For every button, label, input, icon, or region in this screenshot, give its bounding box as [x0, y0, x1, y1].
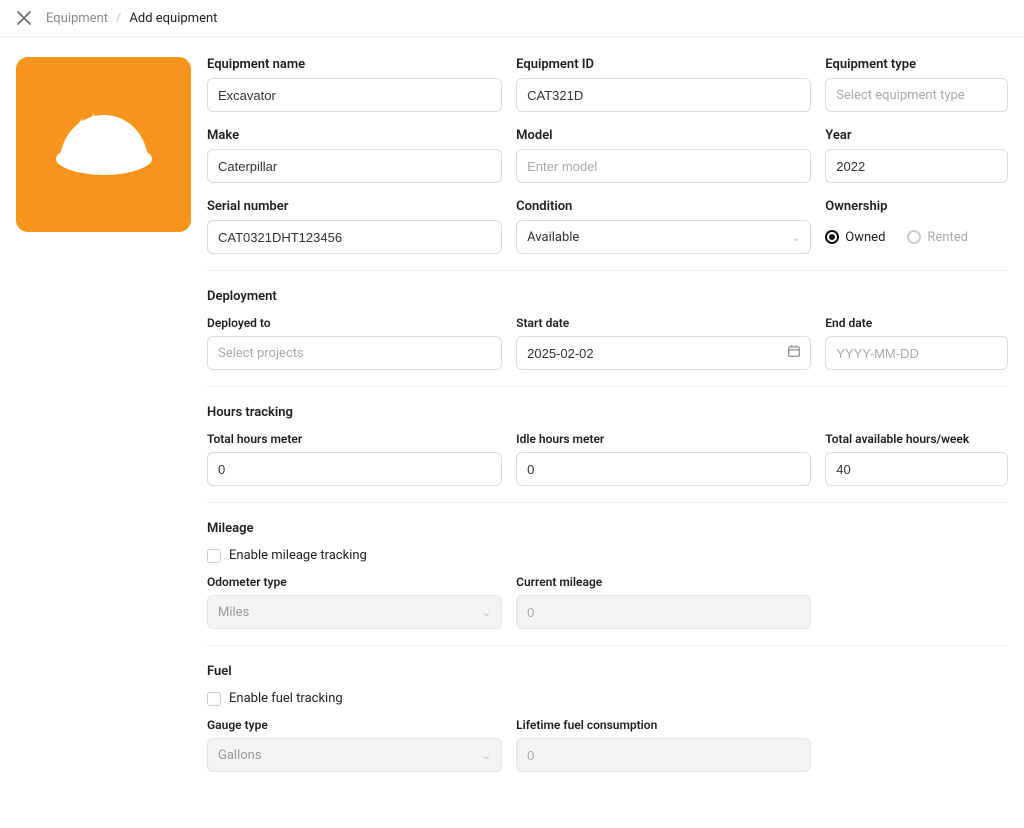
make-input[interactable]	[207, 149, 502, 183]
fuel-section-title: Fuel	[207, 664, 1008, 679]
idle-hours-label: Idle hours meter	[516, 432, 811, 446]
condition-value: Available	[527, 230, 579, 245]
end-date-input[interactable]	[825, 336, 1008, 370]
start-date-input[interactable]	[516, 336, 811, 370]
checkbox-icon	[207, 692, 221, 706]
enable-fuel-label: Enable fuel tracking	[229, 691, 343, 706]
ownership-rented-radio[interactable]: Rented	[907, 230, 968, 245]
odometer-type-label: Odometer type	[207, 575, 502, 589]
equipment-name-label: Equipment name	[207, 57, 502, 72]
ownership-owned-radio[interactable]: Owned	[825, 230, 885, 245]
deployed-to-placeholder: Select projects	[218, 346, 304, 361]
ownership-radio-group: Owned Rented	[825, 220, 1008, 254]
current-mileage-input	[516, 595, 811, 629]
radio-icon	[825, 230, 839, 244]
equipment-id-label: Equipment ID	[516, 57, 811, 72]
odometer-type-value: Miles	[218, 605, 249, 620]
ownership-owned-label: Owned	[845, 230, 885, 245]
breadcrumb-separator: /	[116, 11, 121, 26]
odometer-type-select: Miles ⌄	[207, 595, 502, 629]
equipment-avatar[interactable]	[16, 57, 191, 232]
gauge-type-value: Gallons	[218, 748, 262, 763]
breadcrumb-root[interactable]: Equipment	[46, 11, 108, 26]
model-input[interactable]	[516, 149, 811, 183]
gauge-type-label: Gauge type	[207, 718, 502, 732]
hours-section-title: Hours tracking	[207, 405, 1008, 420]
equipment-type-label: Equipment type	[825, 57, 1008, 72]
section-divider	[207, 502, 1008, 503]
close-icon	[17, 11, 31, 25]
ownership-rented-label: Rented	[927, 230, 968, 245]
model-label: Model	[516, 128, 811, 143]
year-label: Year	[825, 128, 1008, 143]
enable-mileage-checkbox[interactable]: Enable mileage tracking	[207, 548, 1008, 563]
section-divider	[207, 270, 1008, 271]
start-date-label: Start date	[516, 316, 811, 330]
equipment-type-placeholder: Select equipment type	[836, 88, 964, 103]
page-header: Equipment / Add equipment	[0, 0, 1024, 37]
enable-mileage-label: Enable mileage tracking	[229, 548, 367, 563]
section-divider	[207, 645, 1008, 646]
breadcrumb: Equipment / Add equipment	[46, 11, 217, 26]
radio-icon	[907, 230, 921, 244]
end-date-label: End date	[825, 316, 1008, 330]
calendar-icon[interactable]	[787, 344, 801, 362]
condition-label: Condition	[516, 199, 811, 214]
make-label: Make	[207, 128, 502, 143]
close-button[interactable]	[16, 10, 32, 26]
chevron-down-icon: ⌄	[482, 749, 491, 762]
hard-hat-icon	[44, 85, 164, 205]
total-hours-input[interactable]	[207, 452, 502, 486]
deployed-to-label: Deployed to	[207, 316, 502, 330]
chevron-down-icon: ⌄	[482, 606, 491, 619]
mileage-section-title: Mileage	[207, 521, 1008, 536]
lifetime-consumption-label: Lifetime fuel consumption	[516, 718, 811, 732]
lifetime-consumption-input	[516, 738, 811, 772]
deployed-to-select[interactable]: Select projects	[207, 336, 502, 370]
idle-hours-input[interactable]	[516, 452, 811, 486]
breadcrumb-current: Add equipment	[129, 11, 217, 26]
equipment-type-select[interactable]: Select equipment type	[825, 78, 1008, 112]
equipment-id-input[interactable]	[516, 78, 811, 112]
ownership-label: Ownership	[825, 199, 1008, 214]
equipment-name-input[interactable]	[207, 78, 502, 112]
current-mileage-label: Current mileage	[516, 575, 811, 589]
gauge-type-select: Gallons ⌄	[207, 738, 502, 772]
year-input[interactable]	[825, 149, 1008, 183]
available-hours-label: Total available hours/week	[825, 432, 1008, 446]
checkbox-icon	[207, 549, 221, 563]
condition-select[interactable]: Available ⌄	[516, 220, 811, 254]
chevron-down-icon: ⌄	[791, 231, 800, 244]
total-hours-label: Total hours meter	[207, 432, 502, 446]
deployment-section-title: Deployment	[207, 289, 1008, 304]
serial-number-label: Serial number	[207, 199, 502, 214]
available-hours-input[interactable]	[825, 452, 1008, 486]
serial-number-input[interactable]	[207, 220, 502, 254]
section-divider	[207, 386, 1008, 387]
enable-fuel-checkbox[interactable]: Enable fuel tracking	[207, 691, 1008, 706]
